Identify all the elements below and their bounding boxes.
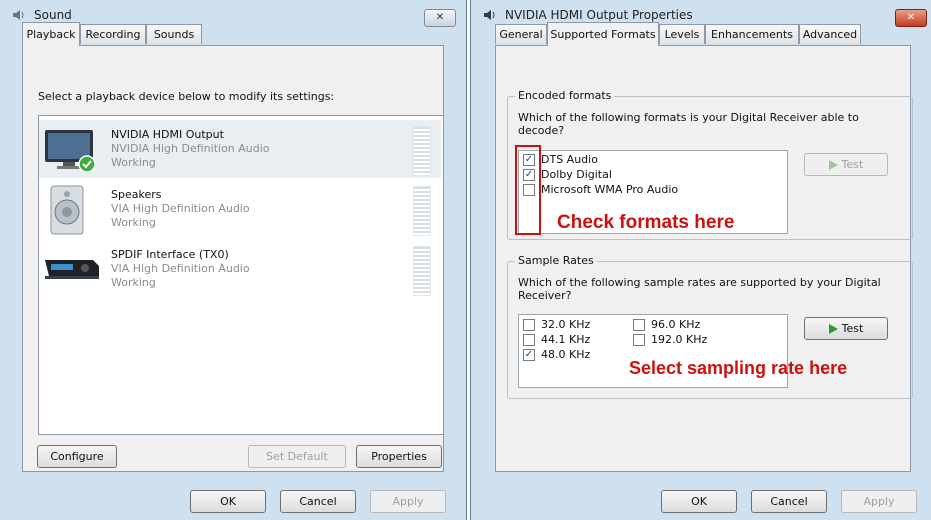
level-meter (413, 126, 431, 176)
device-item-speakers[interactable]: Speakers VIA High Definition Audio Worki… (39, 180, 441, 238)
dts-label: DTS Audio (541, 153, 598, 166)
rate-32-label: 32.0 KHz (541, 318, 591, 331)
sample-rates-title: Sample Rates (515, 254, 597, 267)
rate-96-checkbox[interactable] (633, 319, 645, 331)
receiver-device-icon (45, 260, 99, 279)
properties-dialog: NVIDIA HDMI Output Properties ✕ General … (470, 0, 931, 520)
device-item-spdif[interactable]: SPDIF Interface (TX0) VIA High Definitio… (39, 240, 441, 298)
close-icon: ✕ (906, 12, 916, 23)
dolby-label: Dolby Digital (541, 168, 612, 181)
rate-48-checkbox[interactable]: ✓ (523, 349, 535, 361)
encoded-formats-title: Encoded formats (515, 89, 615, 102)
apply-button[interactable]: Apply (370, 490, 446, 513)
tab-levels[interactable]: Levels (659, 24, 705, 44)
sound-dialog: Sound ✕ Playback Recording Sounds Select… (0, 0, 467, 520)
close-button[interactable]: ✕ (424, 9, 456, 27)
device-list: NVIDIA HDMI Output NVIDIA High Definitio… (38, 115, 444, 435)
check-formats-annotation: Check formats here (557, 212, 735, 233)
cancel-button[interactable]: Cancel (751, 490, 827, 513)
playback-instruction: Select a playback device below to modify… (38, 90, 335, 103)
close-icon: ✕ (435, 12, 445, 23)
configure-button[interactable]: Configure (37, 445, 117, 468)
rate-192-checkbox[interactable] (633, 334, 645, 346)
device-status: Working (111, 156, 156, 169)
ok-button[interactable]: OK (661, 490, 737, 513)
speaker-icon (484, 10, 495, 20)
encoded-formats-question: Which of the following formats is your D… (518, 111, 859, 137)
checkbox-highlight-box (515, 145, 541, 235)
test-label: Test (841, 158, 864, 171)
level-meter (413, 186, 431, 236)
rates-test-button[interactable]: Test (804, 317, 888, 340)
play-icon (828, 324, 838, 334)
device-item-nvidia-hdmi[interactable]: NVIDIA HDMI Output NVIDIA High Definitio… (39, 120, 441, 178)
apply-button[interactable]: Apply (841, 490, 917, 513)
device-driver: VIA High Definition Audio (111, 262, 250, 275)
play-icon (828, 160, 838, 170)
rate-32-checkbox[interactable] (523, 319, 535, 331)
device-driver: NVIDIA High Definition Audio (111, 142, 270, 155)
speaker-device-icon (50, 185, 84, 235)
tab-enhancements[interactable]: Enhancements (705, 24, 799, 44)
ok-button[interactable]: OK (190, 490, 266, 513)
rate-44-checkbox[interactable] (523, 334, 535, 346)
sound-title: Sound (34, 8, 72, 22)
sample-rates-question: Which of the following sample rates are … (518, 276, 881, 302)
close-button[interactable]: ✕ (895, 9, 927, 27)
rate-192-label: 192.0 KHz (651, 333, 708, 346)
rate-44-label: 44.1 KHz (541, 333, 591, 346)
tab-general[interactable]: General (495, 24, 547, 44)
rate-96-label: 96.0 KHz (651, 318, 701, 331)
set-default-button[interactable]: Set Default (248, 445, 346, 468)
test-label: Test (841, 322, 864, 335)
tab-sounds[interactable]: Sounds (146, 24, 202, 44)
tab-recording[interactable]: Recording (80, 24, 146, 44)
formats-test-button[interactable]: Test (804, 153, 888, 176)
device-status: Working (111, 216, 156, 229)
rate-48-label: 48.0 KHz (541, 348, 591, 361)
select-rate-annotation: Select sampling rate here (629, 358, 848, 378)
device-name: SPDIF Interface (TX0) (111, 248, 229, 261)
level-meter (413, 246, 431, 296)
wma-pro-label: Microsoft WMA Pro Audio (541, 183, 679, 196)
properties-button[interactable]: Properties (356, 445, 442, 468)
tab-playback[interactable]: Playback (22, 22, 80, 46)
device-name: NVIDIA HDMI Output (111, 128, 224, 141)
device-driver: VIA High Definition Audio (111, 202, 250, 215)
tab-advanced[interactable]: Advanced (799, 24, 861, 44)
cancel-button[interactable]: Cancel (280, 490, 356, 513)
properties-title: NVIDIA HDMI Output Properties (505, 8, 693, 22)
tab-supported-formats[interactable]: Supported Formats (547, 22, 659, 46)
speaker-icon (13, 10, 24, 20)
device-status: Working (111, 276, 156, 289)
device-name: Speakers (111, 188, 162, 201)
monitor-icon (45, 130, 96, 173)
